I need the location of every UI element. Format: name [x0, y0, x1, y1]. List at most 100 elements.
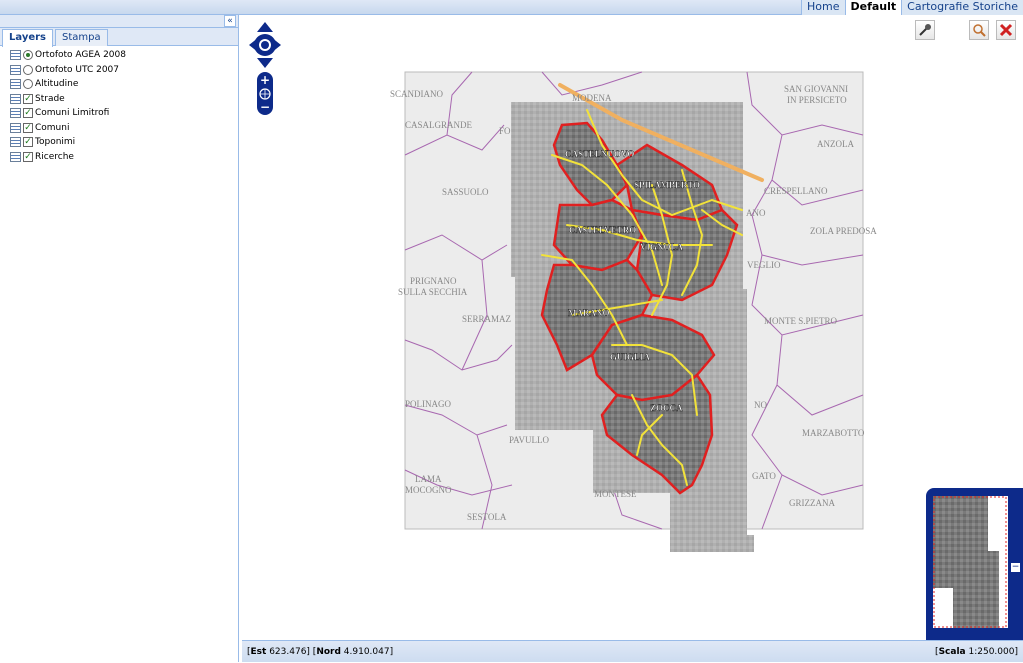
comune-label-zocca: ZOCCA [650, 403, 683, 413]
zoom-in-icon[interactable]: + [260, 73, 270, 87]
map-viewport[interactable]: SCANDIANO MODENA SAN GIOVANNI IN PERSICE… [242, 15, 1023, 640]
place-label: FO [499, 126, 511, 136]
identify-tool-button[interactable] [915, 20, 935, 40]
place-label: NO [754, 400, 767, 410]
close-icon [999, 23, 1013, 37]
place-label: CRESPELLANO [764, 186, 828, 196]
layer-tree: Ortofoto AGEA 2008 Ortofoto UTC 2007 Alt… [0, 46, 238, 164]
place-label: VEGLIO [747, 260, 781, 270]
place-label: SESTOLA [467, 512, 507, 522]
layer-icon [10, 151, 21, 162]
layer-icon [10, 93, 21, 104]
layer-icon [10, 122, 21, 133]
zoom-out-icon[interactable]: − [260, 100, 270, 114]
tab-default[interactable]: Default [844, 0, 902, 15]
place-label: ANO [746, 208, 766, 218]
tab-cartografie-storiche[interactable]: Cartografie Storiche [901, 0, 1023, 15]
tab-layers[interactable]: Layers [2, 29, 53, 47]
panel-tabs: Layers Stampa [0, 28, 238, 47]
place-label: GRIZZANA [789, 498, 835, 508]
layer-item-comuni-limitrofi[interactable]: ✓ Comuni Limitrofi [10, 106, 238, 121]
layer-icon [10, 50, 21, 61]
layer-label: Comuni [35, 122, 70, 133]
layer-label: Ricerche [35, 151, 74, 162]
panel-header: « [0, 15, 238, 28]
place-label: IN PERSICETO [787, 95, 847, 105]
place-label: SAN GIOVANNI [784, 84, 848, 94]
place-label: MODENA [572, 93, 612, 103]
place-label: GATO [752, 471, 776, 481]
place-label: PAVULLO [509, 435, 550, 445]
layer-label: Strade [35, 93, 65, 104]
comune-label-marano: MARANO [568, 308, 610, 318]
layer-label: Toponimi [35, 137, 76, 148]
scala-value: 1:250.000 [968, 647, 1015, 657]
place-label: MOCOGNO [405, 485, 452, 495]
top-bar: Home Default Cartografie Storiche [0, 0, 1023, 15]
layer-label: Ortofoto AGEA 2008 [35, 50, 126, 61]
comune-label-vignola: VIGNOLA [640, 242, 684, 252]
map-toolbar [915, 20, 1023, 40]
comune-label-castelnuovo: CASTELNUOVO [565, 149, 634, 159]
layer-icon [10, 64, 21, 75]
layer-label: Comuni Limitrofi [35, 108, 110, 119]
zoom-tool-button[interactable] [969, 20, 989, 40]
place-label: PRIGNANO [410, 276, 457, 286]
comune-label-castelvetro: CASTELVETRO [569, 225, 636, 235]
layer-item-altitudine[interactable]: Altitudine [10, 77, 238, 92]
collapse-panel-icon[interactable]: « [224, 15, 236, 27]
place-label: SCANDIANO [390, 89, 444, 99]
top-tabs: Home Default Cartografie Storiche [801, 0, 1023, 15]
layer-radio[interactable] [23, 79, 33, 90]
place-label: MONTESE [594, 489, 637, 499]
layer-radio[interactable] [23, 64, 33, 75]
scale-readout: [Scala 1:250.000] [935, 647, 1018, 657]
nord-value: 4.910.047 [343, 647, 390, 657]
layer-checkbox[interactable]: ✓ [23, 137, 33, 148]
tab-stampa[interactable]: Stampa [55, 29, 108, 46]
comune-label-spilamberto: SPILAMBERTO [634, 180, 700, 190]
layer-item-strade[interactable]: ✓ Strade [10, 92, 238, 107]
comune-label-guiglia: GUIGLIA [610, 352, 651, 362]
nord-label: Nord [316, 647, 341, 657]
layer-label: Altitudine [35, 79, 79, 90]
layer-icon [10, 108, 21, 119]
place-label: ANZOLA [817, 139, 854, 149]
place-label: SULLA SECCHIA [398, 287, 468, 297]
place-label: SERRAMAZ [462, 314, 511, 324]
layer-label: Ortofoto UTC 2007 [35, 64, 119, 75]
place-label: MONTE S.PIETRO [764, 316, 838, 326]
layer-item-ricerche[interactable]: ✓ Ricerche [10, 150, 238, 165]
place-label: SASSUOLO [442, 187, 489, 197]
coordinates-readout: [Est 623.476] [Nord 4.910.047] [247, 647, 394, 657]
overview-map[interactable]: − [926, 488, 1023, 640]
place-label: CASALGRANDE [405, 120, 473, 130]
est-value: 623.476 [269, 647, 307, 657]
layer-item-toponimi[interactable]: ✓ Toponimi [10, 135, 238, 150]
layer-item-ortofoto-utc-2007[interactable]: Ortofoto UTC 2007 [10, 63, 238, 78]
layer-checkbox[interactable]: ✓ [23, 108, 33, 119]
layer-checkbox[interactable]: ✓ [23, 151, 33, 162]
layer-item-ortofoto-agea-2008[interactable]: Ortofoto AGEA 2008 [10, 48, 238, 63]
scala-label: Scala [938, 647, 966, 657]
map-canvas[interactable]: SCANDIANO MODENA SAN GIOVANNI IN PERSICE… [242, 15, 1023, 640]
layer-checkbox[interactable]: ✓ [23, 93, 33, 104]
place-label: LAMA [415, 474, 442, 484]
layer-item-comuni[interactable]: ✓ Comuni [10, 121, 238, 136]
tab-home[interactable]: Home [801, 0, 845, 15]
layers-panel: « Layers Stampa Ortofoto AGEA 2008 Ortof… [0, 15, 239, 662]
status-bar: [Est 623.476] [Nord 4.910.047] [Scala 1:… [242, 640, 1023, 662]
layer-icon [10, 137, 21, 148]
layer-radio[interactable] [23, 50, 33, 61]
layer-checkbox[interactable]: ✓ [23, 122, 33, 133]
place-label: ZOLA PREDOSA [810, 226, 877, 236]
layer-icon [10, 79, 21, 90]
pan-up-icon[interactable] [257, 22, 273, 32]
pan-zoom-control: + − [249, 22, 281, 115]
overview-map-canvas[interactable] [933, 496, 1008, 628]
pick-icon [919, 24, 931, 36]
overview-minimize-icon[interactable]: − [1010, 562, 1021, 573]
pan-down-icon[interactable] [257, 58, 273, 68]
clear-button[interactable] [996, 20, 1016, 40]
place-label: POLINAGO [405, 399, 451, 409]
